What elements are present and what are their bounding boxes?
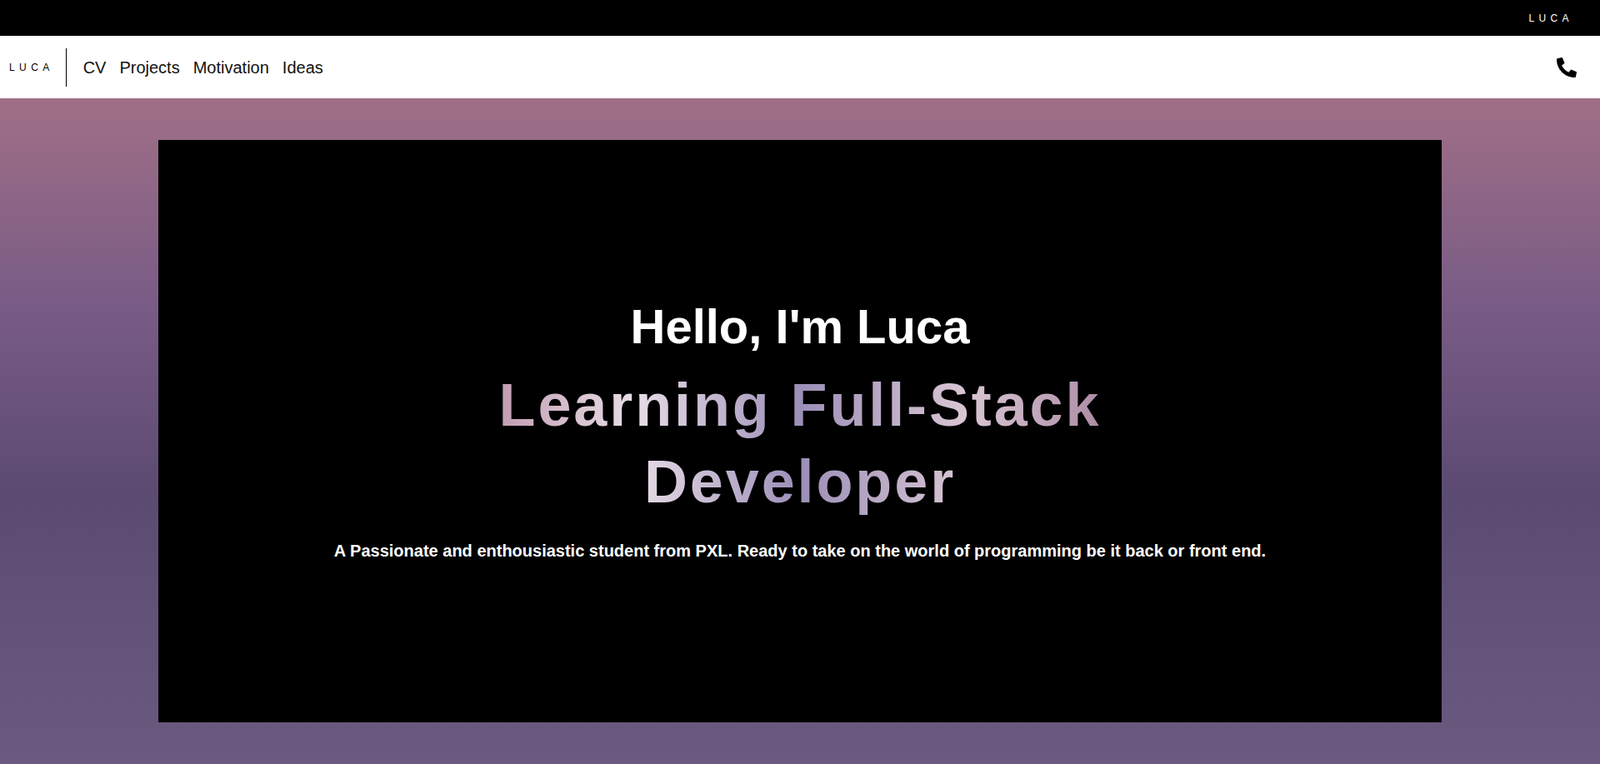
hero-greeting: Hello, I'm Luca — [630, 299, 970, 355]
nav-divider — [65, 48, 67, 87]
nav-logo[interactable]: LUCA — [0, 60, 66, 75]
nav-link[interactable]: Projects — [119, 55, 180, 80]
nav-link[interactable]: CV — [83, 55, 107, 80]
nav-bar: LUCA CV Projects Motivation Ideas — [0, 35, 1600, 99]
hero-title: Learning Full-Stack Developer — [466, 366, 1134, 520]
phone-icon[interactable] — [1556, 57, 1577, 78]
top-bar-logo[interactable]: LUCA — [1528, 10, 1574, 26]
hero-background: Hello, I'm Luca Learning Full-Stack Devel… — [0, 98, 1600, 764]
hero-panel: Hello, I'm Luca Learning Full-Stack Devel… — [158, 140, 1442, 723]
nav-link[interactable]: Motivation — [193, 55, 270, 80]
hero-description: A Passionate and enthousiastic student f… — [334, 538, 1266, 564]
page: LUCA LUCA CV Projects Motivation Ideas Hello, … — [0, 0, 1600, 764]
nav-links: CV Projects Motivation Ideas — [83, 55, 324, 80]
top-bar: LUCA — [0, 0, 1600, 36]
nav-link[interactable]: Ideas — [282, 55, 324, 80]
